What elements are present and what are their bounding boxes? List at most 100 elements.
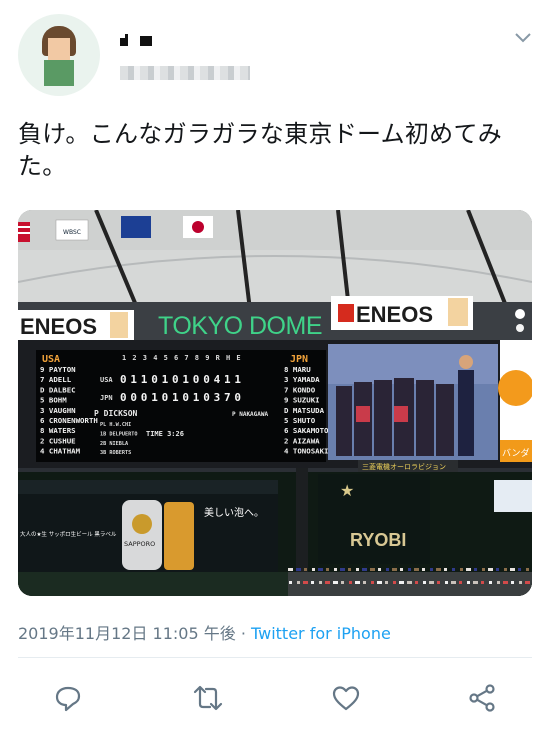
away-score-cell: 0	[120, 373, 127, 386]
avatar[interactable]	[18, 14, 100, 96]
reply-button[interactable]	[46, 676, 90, 720]
crowd-speck	[444, 568, 447, 571]
like-icon	[332, 686, 360, 711]
display-name-redacted[interactable]	[118, 32, 158, 46]
chevron-down-icon[interactable]	[512, 28, 534, 46]
crowd-speck	[416, 568, 419, 571]
inning-header-2: 2	[132, 354, 136, 362]
crowd-speck	[311, 581, 314, 584]
inning-header-5: 5	[164, 354, 168, 362]
umpire-entry: PL H.W.CHI	[100, 422, 131, 428]
home-lineup-entry: 4 TONOSAKI	[284, 447, 329, 456]
crowd-speck	[460, 568, 463, 571]
handle-redacted[interactable]	[120, 66, 250, 80]
crowd-speck	[497, 581, 500, 584]
sapporo-can-text: SAPPORO	[124, 540, 155, 548]
crowd-speck	[511, 581, 514, 584]
tweet-timestamp[interactable]: 2019年11月12日 11:05 午後	[18, 624, 236, 643]
home-pitcher: P NAKAGAWA	[232, 411, 269, 418]
inning-header-6: 6	[174, 354, 178, 362]
retweet-icon	[193, 685, 223, 711]
crowd-speck	[289, 581, 292, 584]
crowd-speck	[474, 568, 477, 571]
crowd-speck	[305, 581, 308, 584]
eneos-right-sign: ENEOS	[356, 302, 433, 327]
crowd-speck	[348, 568, 351, 571]
beer-copy: 美しい泡へ。	[204, 506, 264, 519]
away-score-cell: 1	[234, 373, 241, 386]
divider	[18, 657, 532, 658]
beer-side-copy: 大人の★生 サッポロ生ビール 黒ラベル	[20, 530, 117, 538]
crowd-speck	[453, 581, 456, 584]
tokyo-dome-sign: TOKYO DOME	[158, 312, 322, 340]
crowd-speck	[408, 568, 411, 571]
crowd-speck	[378, 568, 381, 571]
home-lineup-entry: 6 SAKAMOTO	[284, 426, 329, 435]
star-logo: ★	[340, 481, 354, 500]
avatar-body	[44, 60, 74, 86]
umpire-entry: 2B NIEBLA	[100, 441, 129, 447]
crowd-speck	[482, 568, 485, 571]
crowd-speck	[422, 568, 425, 571]
crowd-speck	[363, 581, 366, 584]
crowd-speck	[527, 581, 530, 584]
crowd-speck	[364, 568, 367, 571]
crowd-speck	[393, 581, 396, 584]
crowd-speck	[475, 581, 478, 584]
retweet-button[interactable]	[186, 676, 230, 720]
home-team-header: JPN	[290, 354, 308, 365]
crowd-speck	[490, 568, 493, 571]
crowd-speck	[386, 568, 389, 571]
crowd-speck	[496, 568, 499, 571]
home-lineup-entry: 9 SUZUKI	[284, 396, 320, 405]
crowd-speck	[467, 581, 470, 584]
crowd-speck	[356, 568, 359, 571]
umpire-entry: 1B DELPUERTO	[100, 431, 137, 437]
crowd-speck	[437, 581, 440, 584]
meta-separator: ·	[235, 624, 251, 643]
away-score-cell: 4	[214, 373, 221, 386]
share-button[interactable]	[460, 676, 504, 720]
crowd-speck	[401, 581, 404, 584]
home-score-cell: 0	[162, 391, 169, 404]
crowd-speck	[430, 568, 433, 571]
away-lineup-entry: 7 ADELL	[40, 375, 72, 384]
linescore-home-label: JPN	[100, 394, 113, 402]
home-score-cell: 7	[224, 391, 231, 404]
like-button[interactable]	[324, 676, 368, 720]
home-lineup-entry: 7 KONDO	[284, 385, 316, 394]
tweet-photo[interactable]: WBSC ENEOS TOKYO DOME ENEOS USA 12345678…	[18, 210, 532, 596]
away-lineup-entry: 2 CUSHUE	[40, 436, 76, 445]
tweet-header	[0, 0, 550, 100]
home-score-cell: 1	[172, 391, 179, 404]
crowd-speck	[371, 581, 374, 584]
away-lineup-entry: 5 BOHM	[40, 396, 67, 405]
home-score-cell: 1	[151, 391, 158, 404]
inning-header-8: 8	[195, 354, 199, 362]
crowd-speck	[297, 581, 300, 584]
crowd-speck	[519, 581, 522, 584]
away-lineup-entry: 6 CRONENWORTH	[40, 416, 98, 425]
crowd-speck	[372, 568, 375, 571]
tweet-source-link[interactable]: Twitter for iPhone	[251, 624, 391, 643]
home-lineup-entry: 5 SHUTO	[284, 416, 316, 425]
away-score-cell: 0	[203, 373, 210, 386]
crowd-speck	[409, 581, 412, 584]
away-pitcher: P DICKSON	[94, 409, 138, 418]
crowd-speck	[445, 581, 448, 584]
tweet-text: 負け。こんなガラガラな東京ドーム初めてみた。	[18, 120, 503, 180]
crowd-speck	[327, 581, 330, 584]
inning-header-4: 4	[153, 354, 157, 362]
avatar-face	[48, 38, 70, 60]
crowd-speck	[357, 581, 360, 584]
home-lineup-entry: 3 YAMADA	[284, 375, 320, 384]
away-score-cell: 1	[141, 373, 148, 386]
crowd-speck	[431, 581, 434, 584]
inning-header-1: 1	[122, 354, 126, 362]
crowd-speck	[385, 581, 388, 584]
crowd-speck	[505, 581, 508, 584]
home-score-cell: 0	[120, 391, 127, 404]
home-score-cell: 1	[193, 391, 200, 404]
tweet-actions	[0, 676, 550, 720]
inning-header-H: H	[226, 354, 230, 362]
